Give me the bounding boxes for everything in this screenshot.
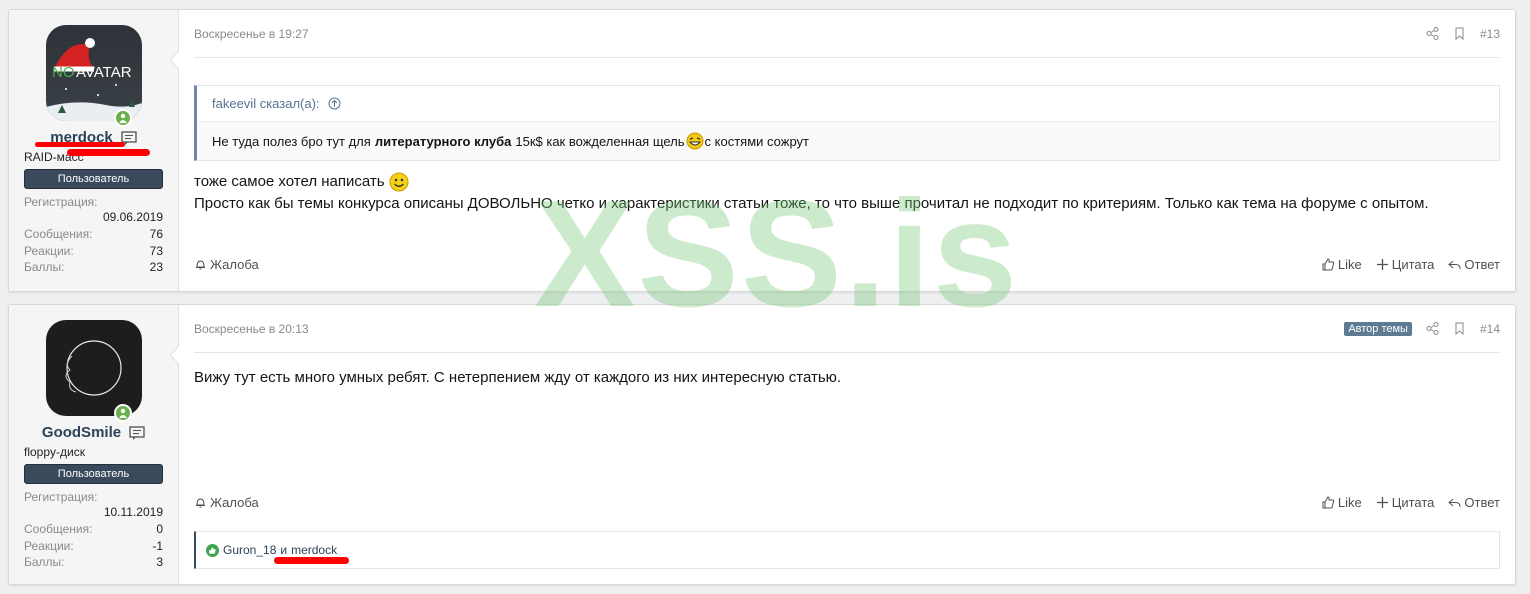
like-reaction-icon <box>206 543 219 557</box>
plus-icon <box>1376 497 1388 508</box>
message-body: Вижу тут есть много умных ребят. С нетер… <box>194 367 1500 389</box>
post-header: Воскресенье в 20:13 Автор темы #14 <box>194 305 1500 353</box>
report-label: Жалоба <box>210 495 259 510</box>
post-14: GoodSmile floppy-диск Пользователь Регис… <box>8 304 1516 585</box>
bell-icon <box>196 260 205 270</box>
smile-emoji-icon <box>389 172 409 192</box>
post-content: Воскресенье в 20:13 Автор темы #14 Вижу … <box>170 305 1515 584</box>
online-status-icon <box>113 404 132 422</box>
post-13: NO AVATAR merdock RAID-масс Пользователь… <box>8 9 1516 292</box>
like-button[interactable]: Like <box>1322 257 1362 272</box>
reply-label: Ответ <box>1464 495 1500 510</box>
like-button[interactable]: Like <box>1322 495 1362 510</box>
username[interactable]: GoodSmile <box>42 424 121 441</box>
reactions-count: 73 <box>149 243 163 258</box>
share-icon[interactable] <box>1426 322 1439 335</box>
no-avatar-image: NO AVATAR <box>45 38 142 121</box>
user-role-badge: Пользователь <box>24 169 163 189</box>
post-header: Воскресенье в 19:27 #13 <box>194 10 1500 58</box>
svg-text:NO: NO <box>52 64 75 81</box>
quote-text-bold: литературного клуба <box>374 133 512 149</box>
stat-label: Регистрация: <box>24 195 98 209</box>
bell-icon <box>196 498 205 508</box>
user-stats: Регистрация: 10.11.2019 Сообщения: 0 Реак… <box>24 490 163 571</box>
post-number[interactable]: #14 <box>1480 322 1500 336</box>
quote-text-part: 15к$ как вожделенная щель <box>515 133 685 149</box>
like-label: Like <box>1337 495 1362 510</box>
post-content: Воскресенье в 19:27 #13 fakeevil сказал(… <box>170 10 1515 291</box>
messages-count[interactable]: 0 <box>156 521 163 538</box>
reply-icon <box>1448 498 1461 508</box>
redaction-mark <box>274 557 349 564</box>
registration-date: 09.06.2019 <box>102 210 163 224</box>
bookmark-icon[interactable] <box>1453 27 1466 40</box>
thumbs-up-icon <box>1322 258 1335 271</box>
stat-label: Реакции: <box>24 538 74 553</box>
user-info-panel: GoodSmile floppy-диск Пользователь Регис… <box>9 305 179 584</box>
topic-author-badge: Автор темы <box>1344 321 1412 336</box>
reaction-conjunction: и <box>280 543 288 557</box>
message-body: тоже самое хотел написать Просто как бы … <box>194 171 1500 215</box>
quote-button[interactable]: Цитата <box>1376 257 1435 272</box>
quote-label: Цитата <box>1391 257 1435 272</box>
user-info-panel: NO AVATAR merdock RAID-масс Пользователь… <box>9 10 179 291</box>
avatar[interactable]: NO AVATAR <box>45 25 142 121</box>
avatar[interactable] <box>45 320 142 416</box>
post-actions: Жалоба Like Цитата Ответ <box>194 257 1500 272</box>
quote-text-part: Не туда полез бро тут для <box>212 133 371 149</box>
quote-text-part: с костями сожрут <box>704 133 809 149</box>
registration-date: 10.11.2019 <box>103 505 163 519</box>
user-role-badge: Пользователь <box>24 464 163 484</box>
redaction-mark <box>67 149 150 156</box>
quote-text: Не туда полез бро тут для литературного … <box>197 121 1499 160</box>
quote-block: fakeevil сказал(а): Не туда полез бро ту… <box>194 85 1500 161</box>
reply-label: Ответ <box>1464 257 1500 272</box>
quote-label: Цитата <box>1391 495 1435 510</box>
user-title: floppy-диск <box>24 445 85 459</box>
post-date[interactable]: Воскресенье в 20:13 <box>194 322 309 336</box>
svg-text:AVATAR: AVATAR <box>76 64 132 81</box>
share-icon[interactable] <box>1426 27 1439 40</box>
stat-label: Сообщения: <box>24 522 93 536</box>
stat-label: Реакции: <box>24 243 74 258</box>
plus-icon <box>1376 259 1388 270</box>
redaction-mark <box>35 142 125 147</box>
message-text: Вижу тут есть много умных ребят. С нетер… <box>194 369 842 386</box>
message-text: Просто как бы темы конкурса описаны ДОВО… <box>194 195 1429 212</box>
report-label: Жалоба <box>210 257 259 272</box>
like-label: Like <box>1337 257 1362 272</box>
reactions-bar: Guron_18 и merdock <box>194 531 1500 569</box>
reply-button[interactable]: Ответ <box>1448 495 1500 510</box>
reactions-count: -1 <box>152 538 163 553</box>
online-status-icon <box>113 109 132 127</box>
reaction-user-link[interactable]: Guron_18 <box>223 543 276 557</box>
stat-label: Баллы: <box>24 555 65 569</box>
points-count: 3 <box>156 555 163 569</box>
stat-label: Регистрация: <box>24 490 98 504</box>
points-count: 23 <box>149 260 163 274</box>
post-number[interactable]: #13 <box>1480 27 1500 41</box>
quote-author[interactable]: fakeevil сказал(а): <box>212 96 320 111</box>
thumbs-up-icon <box>1322 496 1335 509</box>
laughing-emoji-icon <box>686 132 704 150</box>
reaction-user-link[interactable]: merdock <box>291 543 337 557</box>
post-date[interactable]: Воскресенье в 19:27 <box>194 27 309 41</box>
report-button[interactable]: Жалоба <box>194 257 259 272</box>
post-actions: Жалоба Like Цитата Ответ <box>194 495 1500 510</box>
message-text: тоже самое хотел написать <box>194 173 385 190</box>
bookmark-icon[interactable] <box>1453 322 1466 335</box>
stat-label: Баллы: <box>24 260 65 274</box>
stat-label: Сообщения: <box>24 227 93 241</box>
user-stats: Регистрация: 09.06.2019 Сообщения: 76 Реа… <box>24 195 163 276</box>
reply-button[interactable]: Ответ <box>1448 257 1500 272</box>
report-button[interactable]: Жалоба <box>194 495 259 510</box>
reply-icon <box>1448 260 1461 270</box>
message-icon[interactable] <box>129 425 145 440</box>
quote-button[interactable]: Цитата <box>1376 495 1435 510</box>
arrow-up-circle-icon[interactable] <box>328 97 341 110</box>
avatar-image <box>65 340 122 396</box>
messages-count[interactable]: 76 <box>150 226 163 243</box>
